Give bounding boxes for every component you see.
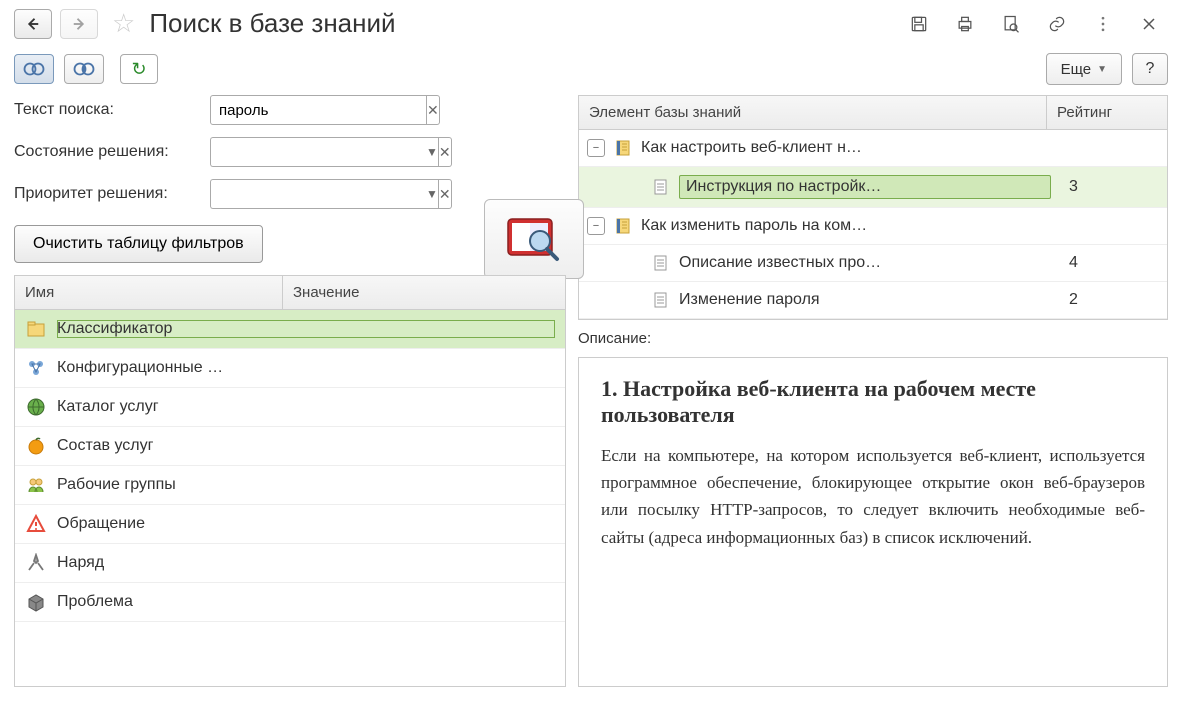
- tree-toggle-icon[interactable]: −: [587, 139, 605, 157]
- filter-table-row[interactable]: Состав услуг: [15, 427, 565, 466]
- state-input[interactable]: [210, 137, 426, 167]
- state-label: Состояние решения:: [14, 143, 210, 161]
- filter-table: Имя Значение Классификатор Конфигурационн…: [14, 275, 566, 687]
- warning-icon: [25, 513, 47, 535]
- kb-row-rating: 3: [1059, 178, 1159, 196]
- notebook-icon: [613, 216, 633, 236]
- nav-forward-button[interactable]: [60, 9, 98, 39]
- description-label: Описание:: [578, 328, 1168, 349]
- kb-row-rating: 2: [1059, 291, 1159, 309]
- doc-icon: [651, 290, 671, 310]
- filter-row-name: Обращение: [57, 515, 555, 533]
- page-title: Поиск в базе знаний: [149, 8, 892, 39]
- clear-filters-button[interactable]: Очистить таблицу фильтров: [14, 225, 263, 263]
- filter-row-name: Состав услуг: [57, 437, 555, 455]
- kb-row[interactable]: Инструкция по настройк… 3: [579, 167, 1167, 208]
- kb-row[interactable]: − Как изменить пароль на ком…: [579, 208, 1167, 245]
- kb-row-text: Изменение пароля: [679, 291, 1051, 309]
- view-mode-1-button[interactable]: [14, 54, 54, 84]
- filter-table-row[interactable]: Каталог услуг: [15, 388, 565, 427]
- filter-table-head-value[interactable]: Значение: [283, 276, 565, 309]
- kb-row-text: Описание известных про…: [679, 254, 1051, 272]
- priority-label: Приоритет решения:: [14, 185, 210, 203]
- tree-toggle-icon[interactable]: −: [587, 217, 605, 235]
- filter-table-row[interactable]: Рабочие группы: [15, 466, 565, 505]
- group-icon: [25, 474, 47, 496]
- orange-icon: [25, 435, 47, 457]
- state-dropdown-button[interactable]: ▼: [426, 137, 439, 167]
- folder-icon: [25, 318, 47, 340]
- clear-priority-button[interactable]: ✕: [439, 179, 452, 209]
- doc-icon: [651, 177, 671, 197]
- nav-back-button[interactable]: [14, 9, 52, 39]
- description-body: Если на компьютере, на котором используе…: [601, 442, 1145, 551]
- link-icon[interactable]: [1046, 13, 1068, 35]
- kb-row-text: Как настроить веб-клиент н…: [641, 139, 1051, 157]
- close-icon[interactable]: [1138, 13, 1160, 35]
- more-button[interactable]: Еще ▼: [1046, 53, 1122, 85]
- priority-dropdown-button[interactable]: ▼: [426, 179, 439, 209]
- save-icon[interactable]: [908, 13, 930, 35]
- kb-row[interactable]: Изменение пароля 2: [579, 282, 1167, 319]
- refresh-button[interactable]: ↻: [120, 54, 158, 84]
- filter-row-name: Конфигурационные …: [57, 359, 555, 377]
- print-icon[interactable]: [954, 13, 976, 35]
- filter-row-name: Каталог услуг: [57, 398, 555, 416]
- filter-table-row[interactable]: Проблема: [15, 583, 565, 622]
- chevron-down-icon: ▼: [1097, 64, 1107, 75]
- kb-tree: Элемент базы знаний Рейтинг − Как настрои…: [578, 95, 1168, 320]
- clear-state-button[interactable]: ✕: [439, 137, 452, 167]
- filter-table-row[interactable]: Наряд: [15, 544, 565, 583]
- box-icon: [25, 591, 47, 613]
- filter-row-name: Проблема: [57, 593, 555, 611]
- filter-row-name: Рабочие группы: [57, 476, 555, 494]
- globe-icon: [25, 396, 47, 418]
- kb-row[interactable]: Описание известных про… 4: [579, 245, 1167, 282]
- description-heading: 1. Настройка веб-клиента на рабочем мест…: [601, 376, 1145, 428]
- more-label: Еще: [1061, 61, 1092, 78]
- filter-row-name: Наряд: [57, 554, 555, 572]
- notebook-icon: [613, 138, 633, 158]
- description-pane: 1. Настройка веб-клиента на рабочем мест…: [578, 357, 1168, 687]
- kb-row[interactable]: − Как настроить веб-клиент н…: [579, 130, 1167, 167]
- filter-table-row[interactable]: Конфигурационные …: [15, 349, 565, 388]
- filter-table-row[interactable]: Обращение: [15, 505, 565, 544]
- kebab-icon[interactable]: [1092, 13, 1114, 35]
- preview-icon[interactable]: [1000, 13, 1022, 35]
- help-button[interactable]: ?: [1132, 53, 1168, 85]
- filter-table-head-name[interactable]: Имя: [15, 276, 283, 309]
- config-icon: [25, 357, 47, 379]
- priority-input[interactable]: [210, 179, 426, 209]
- search-text-label: Текст поиска:: [14, 101, 210, 119]
- filter-table-row[interactable]: Классификатор: [15, 310, 565, 349]
- kb-head-rating[interactable]: Рейтинг: [1047, 96, 1167, 129]
- search-button[interactable]: [484, 199, 584, 279]
- view-mode-2-button[interactable]: [64, 54, 104, 84]
- search-text-input[interactable]: [210, 95, 427, 125]
- clear-text-button[interactable]: ✕: [427, 95, 440, 125]
- favorite-star-icon[interactable]: ☆: [112, 8, 135, 39]
- kb-row-text: Инструкция по настройк…: [679, 175, 1051, 199]
- doc-icon: [651, 253, 671, 273]
- kb-row-rating: 4: [1059, 254, 1159, 272]
- wrench-icon: [25, 552, 47, 574]
- kb-row-text: Как изменить пароль на ком…: [641, 217, 1051, 235]
- kb-head-element[interactable]: Элемент базы знаний: [579, 96, 1047, 129]
- filter-row-name: Классификатор: [57, 320, 555, 338]
